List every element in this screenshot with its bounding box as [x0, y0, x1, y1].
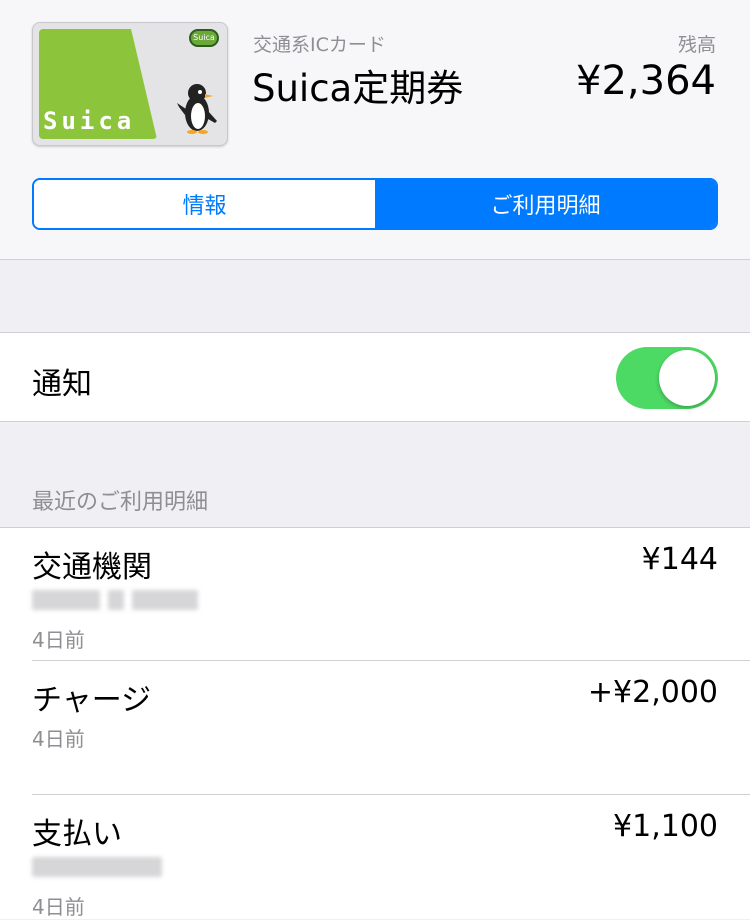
redacted-detail [32, 590, 100, 610]
item-amount: +¥2,000 [587, 675, 718, 710]
item-title: チャージ [32, 683, 152, 718]
card-header: Suica Suica 交通系ICカード Suica定期券 残高 ¥2,364 … [0, 0, 750, 260]
tab-usage-history[interactable]: ご利用明細 [375, 180, 716, 228]
penguin-icon [177, 84, 217, 134]
item-time: 4日前 [32, 628, 85, 652]
history-section-title: 最近のご利用明細 [32, 490, 209, 515]
item-title: 支払い [32, 817, 122, 852]
notification-row: 通知 [0, 332, 750, 422]
card-logo: Suica [43, 107, 136, 135]
item-time: 4日前 [32, 895, 85, 919]
item-amount: ¥1,100 [613, 809, 718, 844]
redacted-detail [108, 590, 124, 610]
notification-toggle[interactable] [616, 347, 718, 409]
item-title: 交通機関 [32, 550, 152, 585]
history-list: 交通機関 ¥144 4日前 チャージ +¥2,000 4日前 支払い ¥1,10… [0, 527, 750, 919]
suica-card-image: Suica Suica [32, 22, 228, 146]
segmented-control: 情報 ご利用明細 [32, 178, 718, 230]
balance-value: ¥2,364 [576, 58, 716, 104]
history-item-transit[interactable]: 交通機関 ¥144 4日前 [0, 528, 750, 661]
notification-label: 通知 [32, 367, 92, 402]
history-item-charge[interactable]: チャージ +¥2,000 4日前 [0, 661, 750, 795]
tab-info[interactable]: 情報 [34, 180, 375, 228]
item-time: 4日前 [32, 727, 85, 751]
card-badge-icon: Suica [189, 29, 219, 47]
card-name: Suica定期券 [252, 67, 464, 110]
card-type-label: 交通系ICカード [253, 34, 386, 56]
redacted-detail [32, 857, 162, 877]
balance-label: 残高 [677, 34, 716, 56]
redacted-detail [132, 590, 198, 610]
history-item-payment[interactable]: 支払い ¥1,100 4日前 [0, 795, 750, 920]
item-amount: ¥144 [641, 542, 718, 577]
toggle-knob [659, 350, 715, 406]
